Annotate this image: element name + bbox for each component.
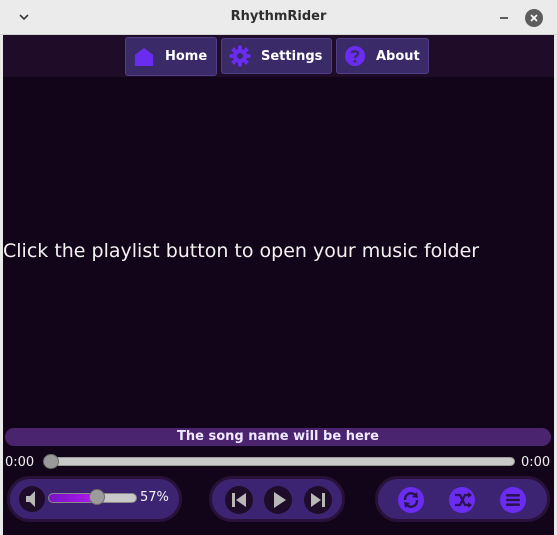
home-button[interactable]: Home — [125, 37, 217, 76]
playlist-icon[interactable] — [498, 485, 528, 515]
play-icon[interactable] — [263, 485, 293, 515]
question-icon — [345, 46, 365, 66]
home-icon — [135, 47, 153, 66]
home-label: Home — [165, 49, 208, 64]
elapsed-time: 0:00 — [5, 455, 35, 470]
settings-button[interactable]: Settings — [221, 38, 332, 74]
shuffle-icon[interactable] — [447, 485, 477, 515]
gear-icon — [229, 45, 251, 67]
empty-state-message: Click the playlist button to open your m… — [3, 240, 480, 262]
playback-options — [375, 476, 550, 522]
navigation-bar: Home Settings About — [3, 35, 554, 77]
close-button[interactable] — [525, 9, 543, 27]
volume-controls: 57% — [7, 476, 182, 522]
about-label: About — [376, 48, 420, 64]
progress-slider-handle[interactable] — [43, 454, 59, 469]
volume-slider-handle[interactable] — [89, 489, 105, 505]
transport-controls — [209, 476, 345, 522]
minimize-icon[interactable] — [496, 10, 512, 26]
title-bar: RhythmRider — [0, 0, 557, 35]
progress-slider[interactable] — [44, 457, 515, 466]
skip-next-icon[interactable] — [303, 485, 333, 515]
app-window: Home Settings About Click the playlist b… — [3, 35, 554, 535]
speaker-icon[interactable] — [18, 485, 46, 513]
settings-label: Settings — [261, 48, 323, 64]
skip-previous-icon[interactable] — [224, 485, 254, 515]
about-button[interactable]: About — [336, 38, 429, 74]
volume-percent: 57% — [140, 490, 169, 505]
close-icon — [530, 14, 538, 22]
repeat-icon[interactable] — [396, 485, 426, 515]
window-title: RhythmRider — [230, 9, 327, 24]
total-time: 0:00 — [521, 455, 551, 470]
song-name-display: The song name will be here — [5, 428, 551, 446]
